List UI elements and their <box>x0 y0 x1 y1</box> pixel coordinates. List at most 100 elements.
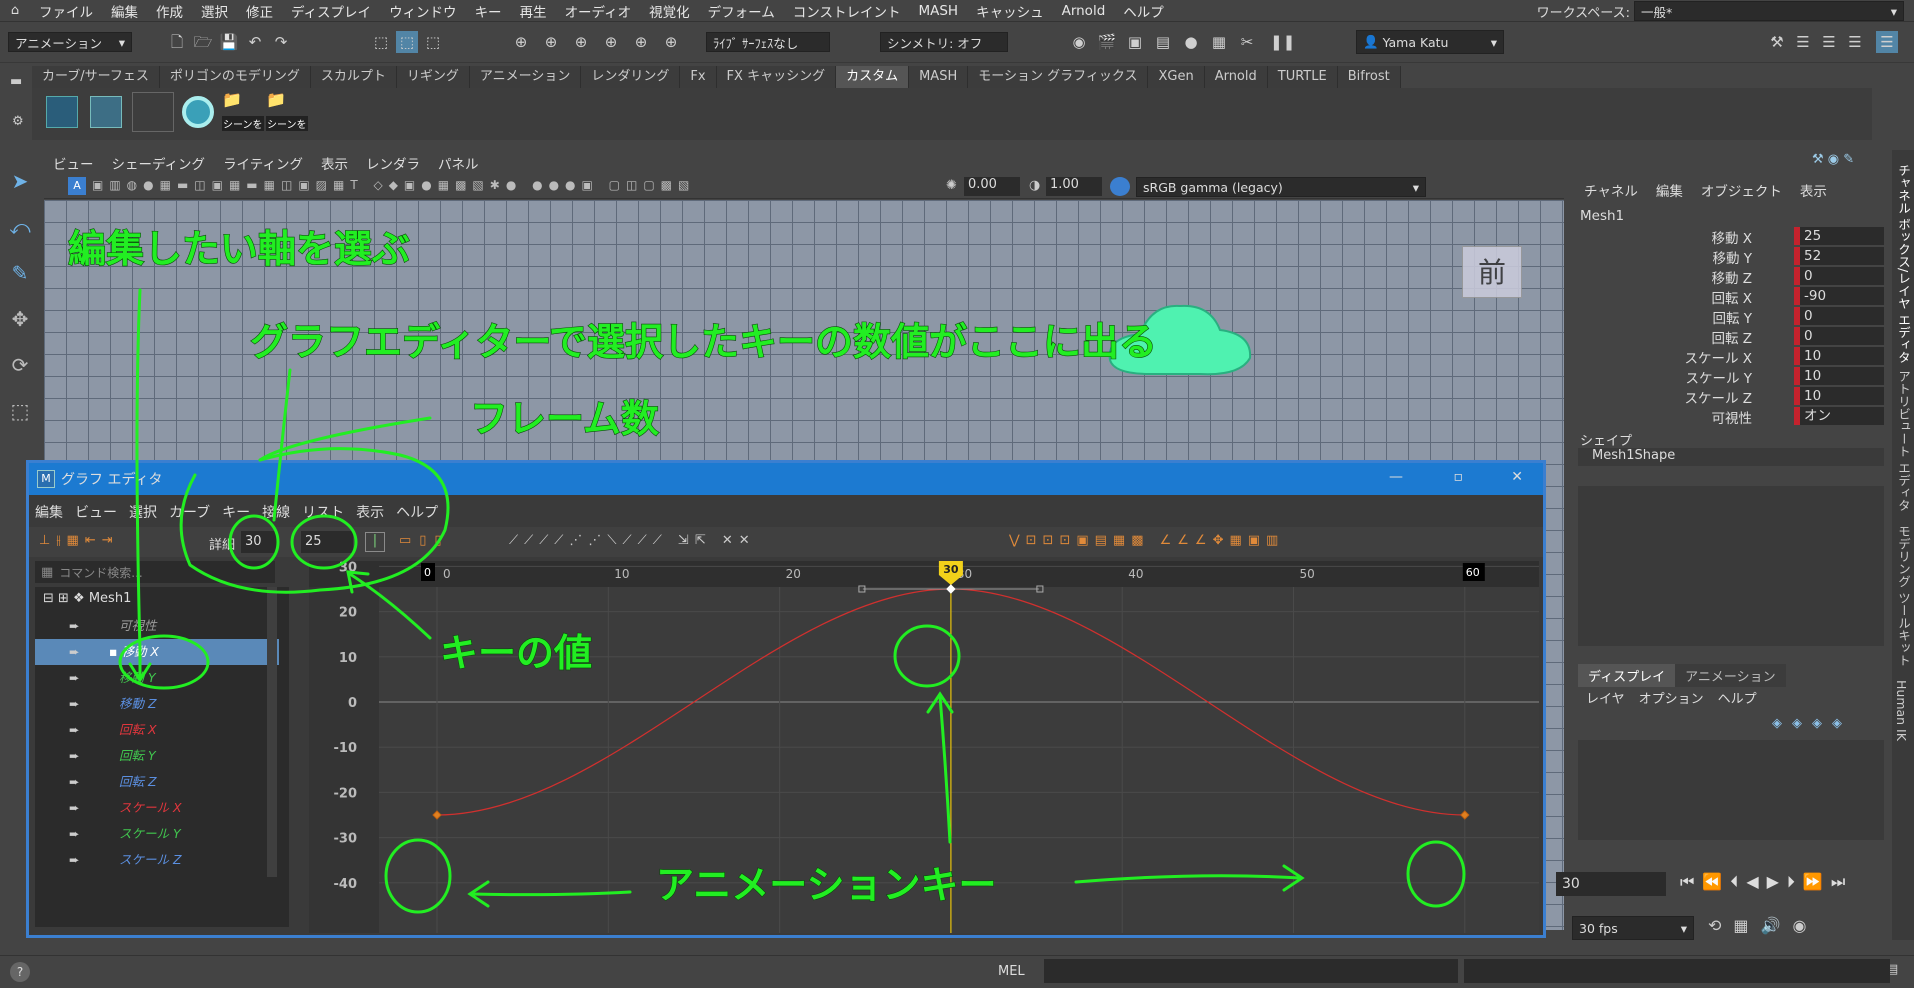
shelf-gear-icon[interactable]: ⚙ <box>12 114 24 129</box>
graph-editor-shelf-icon[interactable] <box>46 96 78 128</box>
ge-menu-keys[interactable]: キー <box>216 502 256 522</box>
layer-menu-options[interactable]: オプション <box>1639 688 1704 707</box>
cb-menu-channels[interactable]: チャネル <box>1584 180 1638 200</box>
shelf-tab-animation[interactable]: アニメーション <box>469 66 582 88</box>
menu-key[interactable]: キー <box>466 1 511 21</box>
layer-editor-icon[interactable]: ☰ <box>1876 31 1898 53</box>
side-tab-human-ik[interactable]: Human IK <box>1894 680 1909 741</box>
ge-right-tools-icons[interactable]: ⋁⊡⊡⊡▣▤▦▩ ∠∠∠✥▦▣▥ <box>1009 533 1549 548</box>
cb-menu-edit[interactable]: 編集 <box>1656 180 1683 200</box>
ge-key-tool-icons[interactable]: ⊥⫲▦⇤⇥ <box>39 533 119 548</box>
ge-root-node[interactable]: ⊟ ⊞ ❖ Mesh1 <box>43 591 273 613</box>
side-tab-channel-box[interactable]: チャネル ボックス/レイヤ エディタ <box>1894 164 1913 364</box>
lasso-tool-icon[interactable]: ⤺ <box>5 212 35 242</box>
new-scene-icon[interactable]: 🗋 <box>166 31 188 53</box>
shelf-tab-turtle[interactable]: TURTLE <box>1267 66 1338 88</box>
cb-attr-value[interactable]: 0 <box>1794 267 1884 285</box>
channel-box-icon[interactable]: ☰ <box>1844 31 1866 53</box>
side-tab-attribute-editor[interactable]: アトリビュート エディタ <box>1894 370 1913 511</box>
menu-cache[interactable]: キャッシュ <box>967 1 1053 21</box>
menu-modify[interactable]: 修正 <box>237 1 282 21</box>
shelf-tab-arnold[interactable]: Arnold <box>1204 66 1268 88</box>
ipr-render-icon[interactable]: ▣ <box>1124 31 1146 53</box>
view-cube-front-label[interactable]: 前 <box>1462 246 1522 298</box>
playback-buttons[interactable]: ⏮⏪⏴◀▶⏵⏩⏭ <box>1680 872 1853 892</box>
cb-attr-value[interactable]: 25 <box>1794 227 1884 245</box>
ge-menu-tangents[interactable]: 接線 <box>256 502 296 522</box>
save-scene-icon[interactable]: 💾 <box>218 31 240 53</box>
select-by-object-icon[interactable]: ⬚ <box>396 31 418 53</box>
cb-attr-value[interactable]: 0 <box>1794 307 1884 325</box>
gamma-field[interactable]: 1.00 <box>1046 177 1102 196</box>
ge-curve-row[interactable]: ➨ 回転 X <box>35 717 279 743</box>
snap-view-icon[interactable]: ⊕ <box>600 31 622 53</box>
cb-row[interactable]: 回転 Y 0 <box>1572 306 1888 327</box>
ge-menu-select[interactable]: 選択 <box>123 502 163 522</box>
move-tool-icon[interactable]: ✥ <box>5 304 35 334</box>
menu-help[interactable]: ヘルプ <box>1114 1 1173 21</box>
cb-attr-value[interactable]: 10 <box>1794 367 1884 385</box>
ge-search-bar[interactable]: ▦ コマンド検索... <box>35 561 275 583</box>
undo-icon[interactable]: ↶ <box>244 31 266 53</box>
menu-visualize[interactable]: 視覚化 <box>640 1 699 21</box>
shelf-menu-icon[interactable]: ▬ <box>10 74 22 89</box>
ge-curve-row[interactable]: ➨ スケール X <box>35 795 279 821</box>
shelf-tab-sculpt[interactable]: スカルプト <box>310 66 397 88</box>
close-icon[interactable]: ✕ <box>1511 469 1523 485</box>
shelf-tab-fx[interactable]: Fx <box>680 66 717 88</box>
ge-curve-row[interactable]: ➨ 移動 Z <box>35 691 279 717</box>
ge-curve-row[interactable]: ➨ スケール Z <box>35 847 279 873</box>
current-time-field[interactable]: 30 <box>1556 872 1666 896</box>
render-view-icon[interactable]: ◉ <box>1068 31 1090 53</box>
ge-menu-edit[interactable]: 編集 <box>29 502 69 522</box>
cb-object-name[interactable]: Mesh1 <box>1580 208 1624 224</box>
key-value-field[interactable]: 25 <box>301 531 353 553</box>
ge-tools-a-icons[interactable]: ▭▯▯ <box>399 533 450 548</box>
menu-display[interactable]: ディスプレイ <box>282 1 380 21</box>
select-by-component-icon[interactable]: ⬚ <box>422 31 444 53</box>
ge-curve-row[interactable]: ➨ スケール Y <box>35 821 279 847</box>
mel-label[interactable]: MEL <box>998 964 1025 979</box>
cb-menu-show[interactable]: 表示 <box>1800 180 1827 200</box>
snap-surface-icon[interactable]: ⊕ <box>630 31 652 53</box>
menu-create[interactable]: 作成 <box>147 1 192 21</box>
cb-row[interactable]: スケール X 10 <box>1572 346 1888 367</box>
viewport-shading-icons[interactable]: ▣▥◍●▦▬◫▣▦▬▦◫▣▨▦T ◇◆▣●▦▩▧✱● ●●●▣ ▢◫▢▩▧ <box>92 178 972 194</box>
vp-menu-shading[interactable]: シェーディング <box>103 153 215 173</box>
snap-point-icon[interactable]: ⊕ <box>570 31 592 53</box>
shelf-tab-rendering[interactable]: レンダリング <box>581 66 681 88</box>
cb-menu-object[interactable]: オブジェクト <box>1701 180 1782 200</box>
dope-sheet-shelf-icon[interactable] <box>90 96 122 128</box>
sphere-shelf-icon[interactable] <box>182 96 214 128</box>
layer-buttons-icon[interactable]: ◈◈◈◈ <box>1772 716 1852 731</box>
arnold-tool-icon[interactable]: ✂ <box>1236 31 1258 53</box>
arnold-render-icon[interactable]: ▦ <box>1208 31 1230 53</box>
symmetry-dropdown[interactable]: シンメトリ: オフ <box>880 32 1008 52</box>
normalize-icon[interactable]: | <box>365 532 385 552</box>
user-account-dropdown[interactable]: 👤 Yama Katu ▾ <box>1356 30 1504 54</box>
workspace-dropdown[interactable]: 一般* ▾ <box>1634 1 1904 21</box>
shelf-tab-rigging[interactable]: リギング <box>396 66 470 88</box>
shelf-tab-curves[interactable]: カーブ/サーフェス <box>32 66 160 88</box>
shelf-tab-xgen[interactable]: XGen <box>1148 66 1205 88</box>
shelf-tab-poly[interactable]: ポリゴンのモデリング <box>159 66 311 88</box>
ge-curve-canvas[interactable]: 3020100-10-20-30-400 10 20 30 40 500 6030 <box>309 561 1539 933</box>
cb-row[interactable]: 可視性 オン <box>1572 406 1888 427</box>
cb-row[interactable]: 回転 X -90 <box>1572 286 1888 307</box>
shelf-tab-motion-graphics[interactable]: モーション グラフィックス <box>968 66 1149 88</box>
menu-deform[interactable]: デフォーム <box>699 1 784 21</box>
cb-attr-value[interactable]: オン <box>1794 407 1884 425</box>
select-by-hierarchy-icon[interactable]: ⬚ <box>370 31 392 53</box>
menu-playback[interactable]: 再生 <box>511 1 556 21</box>
fps-dropdown[interactable]: 30 fps ▾ <box>1572 916 1694 940</box>
menu-file[interactable]: ファイル <box>30 1 102 21</box>
cb-row[interactable]: 移動 Y 52 <box>1572 246 1888 267</box>
ge-graph-area[interactable]: 30 20 10 0 -10 -20 -30 -40 0 10 20 30 40 50 0 60 30 <box>309 561 1539 933</box>
cb-shape-name[interactable]: Mesh1Shape <box>1578 448 1884 466</box>
ge-menu-show[interactable]: 表示 <box>350 502 390 522</box>
render-frame-icon[interactable]: 🎬 <box>1096 31 1118 53</box>
scale-tool-icon[interactable]: ⬚ <box>5 396 35 426</box>
menu-arnold[interactable]: Arnold <box>1053 3 1115 19</box>
camera-attr-icon[interactable]: A <box>68 177 86 195</box>
cb-attr-value[interactable]: 10 <box>1794 347 1884 365</box>
